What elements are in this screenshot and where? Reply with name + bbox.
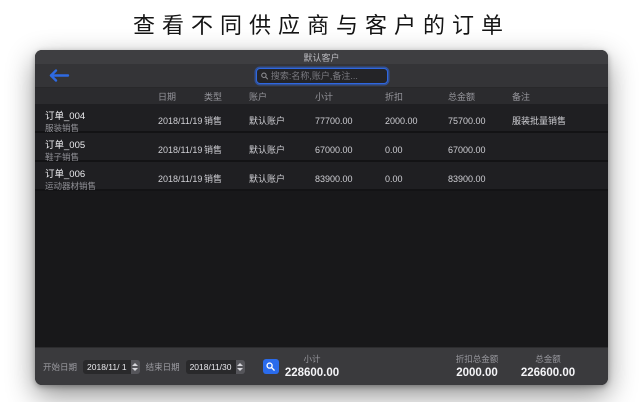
cell-discount: 0.00: [380, 174, 443, 184]
cell-account: 默认账户: [244, 143, 310, 156]
column-header-discount[interactable]: 折扣: [380, 90, 443, 103]
summary-total-value: 226600.00: [521, 367, 575, 379]
date-filter-controls: 开始日期 2018/11/ 1 结束日期 2018/11/30: [43, 359, 279, 374]
summary-discount: 折扣总金额 2000.00: [456, 353, 499, 379]
back-button[interactable]: [47, 68, 71, 83]
start-date-field[interactable]: 2018/11/ 1: [83, 360, 140, 374]
table-row[interactable]: 订单_005 鞋子销售 2018/11/19 销售 默认账户 67000.00 …: [35, 133, 608, 162]
end-date-value[interactable]: 2018/11/30: [186, 360, 236, 374]
app-window: 默认客户 日期 类型 账户 小计 折扣 总金额 备注 订单_004 服装销售: [35, 50, 608, 385]
cell-total: 83900.00: [443, 174, 507, 184]
column-header-account[interactable]: 账户: [244, 90, 310, 103]
stepper-down-icon: [237, 368, 243, 371]
cell-subtotal: 83900.00: [310, 174, 380, 184]
order-id: 订单_004: [45, 108, 153, 122]
filter-search-button[interactable]: [263, 359, 279, 374]
end-date-stepper[interactable]: [236, 360, 245, 374]
cell-date: 2018/11/19: [153, 174, 199, 184]
cell-account: 默认账户: [244, 114, 310, 127]
search-icon: [261, 72, 268, 80]
summary-total-label: 总金额: [521, 353, 575, 365]
order-id: 订单_005: [45, 137, 153, 151]
cell-total: 75700.00: [443, 116, 507, 126]
cell-type: 销售: [199, 143, 244, 156]
cell-date: 2018/11/19: [153, 145, 199, 155]
column-header-type[interactable]: 类型: [199, 90, 244, 103]
cell-discount: 0.00: [380, 145, 443, 155]
window-titlebar: 默认客户: [35, 50, 608, 64]
search-field[interactable]: [256, 68, 388, 84]
summary-total: 总金额 226600.00: [521, 353, 575, 379]
end-date-label: 结束日期: [146, 361, 180, 373]
column-header-date[interactable]: 日期: [153, 90, 199, 103]
summary-subtotal-value: 228600.00: [285, 367, 339, 379]
cell-subtotal: 77700.00: [310, 116, 380, 126]
stepper-down-icon: [132, 368, 138, 371]
window-title: 默认客户: [303, 51, 339, 64]
summary-subtotal-label: 小计: [285, 353, 339, 365]
search-icon: [266, 362, 275, 371]
column-header-note[interactable]: 备注: [507, 90, 608, 103]
start-date-stepper[interactable]: [131, 360, 140, 374]
column-header-total[interactable]: 总金额: [443, 90, 507, 103]
cell-subtotal: 67000.00: [310, 145, 380, 155]
summary-discount-value: 2000.00: [456, 367, 499, 379]
search-input[interactable]: [271, 71, 383, 81]
start-date-label: 开始日期: [43, 361, 77, 373]
footer-bar: 开始日期 2018/11/ 1 结束日期 2018/11/30: [35, 347, 608, 385]
cell-type: 销售: [199, 172, 244, 185]
table-header: 日期 类型 账户 小计 折扣 总金额 备注: [35, 88, 608, 104]
summary-discount-label: 折扣总金额: [456, 353, 499, 365]
cell-total: 67000.00: [443, 145, 507, 155]
cell-discount: 2000.00: [380, 116, 443, 126]
cell-type: 销售: [199, 114, 244, 127]
table-row[interactable]: 订单_004 服装销售 2018/11/19 销售 默认账户 77700.00 …: [35, 104, 608, 133]
start-date-value[interactable]: 2018/11/ 1: [83, 360, 131, 374]
stepper-up-icon: [237, 363, 243, 366]
toolbar: [35, 64, 608, 88]
stepper-up-icon: [132, 363, 138, 366]
back-arrow-icon: [47, 68, 71, 83]
page-caption: 查看不同供应商与客户的订单: [0, 8, 643, 40]
cell-account: 默认账户: [244, 172, 310, 185]
order-id: 订单_006: [45, 166, 153, 180]
end-date-field[interactable]: 2018/11/30: [186, 360, 245, 374]
table-empty-area: [35, 191, 608, 347]
cell-note: 服装批量销售: [507, 114, 608, 127]
column-header-subtotal[interactable]: 小计: [310, 90, 380, 103]
table-row[interactable]: 订单_006 运动器材销售 2018/11/19 销售 默认账户 83900.0…: [35, 162, 608, 191]
summary-subtotal: 小计 228600.00: [285, 353, 339, 379]
cell-date: 2018/11/19: [153, 116, 199, 126]
